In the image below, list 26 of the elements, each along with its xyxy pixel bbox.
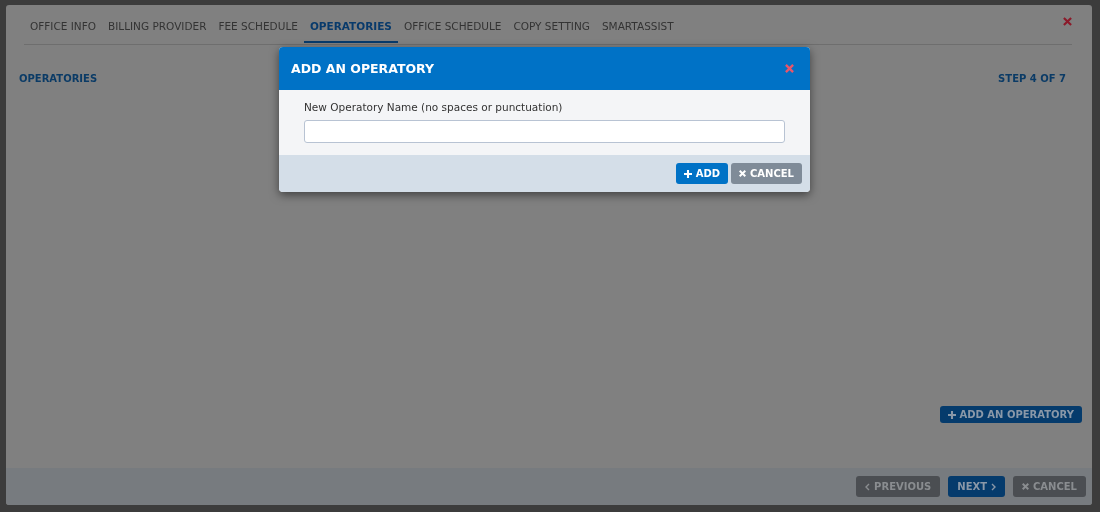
chevron-left-icon [865,482,871,491]
tab[interactable]: BILLING PROVIDER [102,8,213,43]
operatory-name-field[interactable] [304,120,785,143]
field-label: New Operatory Name (no spaces or punctuation) [304,101,564,113]
plus-icon [683,169,692,178]
tab[interactable]: OFFICE SCHEDULE [397,8,508,43]
footer-button[interactable]: CANCEL [1013,476,1086,497]
step-indicator: STEP 4 OF 7 [998,73,1066,84]
close-icon [739,170,746,177]
plus-icon [947,410,956,419]
close-icon[interactable] [1063,17,1072,26]
close-icon [1022,483,1029,490]
footer-button[interactable]: PREVIOUS [856,476,941,497]
dialog-button[interactable]: CANCEL [731,163,802,184]
dialog-title: ADD AN OPERATORY [291,61,435,76]
dialog-button[interactable]: ADD [675,163,728,184]
close-icon[interactable] [785,64,794,73]
tab[interactable]: SMARTASSIST [595,8,680,43]
tab[interactable]: FEE SCHEDULE [212,8,304,43]
tab[interactable]: COPY SETTING [507,8,596,43]
tab[interactable]: OPERATORIES [303,8,398,43]
add-operatory-button[interactable]: ADD AN OPERATORY [939,406,1082,423]
tab[interactable]: OFFICE INFO [24,8,102,43]
section-title: OPERATORIES [19,73,98,84]
footer-button[interactable]: NEXT [948,476,1005,497]
chevron-right-icon [991,482,996,491]
